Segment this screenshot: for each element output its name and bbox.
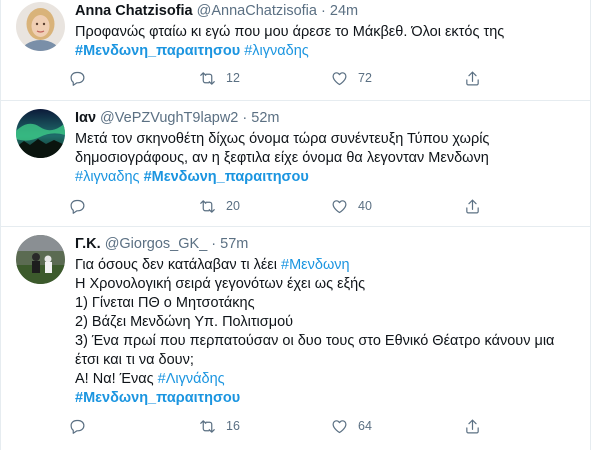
reply-button[interactable] [69, 416, 96, 436]
tweet-line: 2) Βάζει Μενδώνη Υπ. Πολιτισμού [75, 313, 575, 332]
hashtag-link[interactable]: #Μενδωνη_παραιτησου [75, 390, 240, 406]
tweet-actions: 16 64 [69, 416, 509, 436]
share-icon [466, 71, 479, 85]
tweet-text: Προφανώς φταίω κι εγώ που μου άρεσε το Μ… [75, 23, 575, 61]
tweet-header: Γ.Κ. @Giorgos_GK_ · 57m [75, 235, 575, 254]
tweet-line: Για όσους δεν κατάλαβαν τι λέει #Μενδωνη [75, 256, 575, 275]
tweet-text-segment: Μετά τον σκηνοθέτη δίχως όνομα τώρα συνέ… [75, 131, 490, 147]
tweet-line: #Μενδωνη_παραιτησου [75, 389, 575, 408]
share-button[interactable] [464, 68, 481, 88]
retweet-icon [200, 71, 215, 85]
hashtag-link[interactable]: #Μενδωνη_παραιτησου [75, 43, 240, 59]
author-handle[interactable]: @VePZVughT9lapw2 [100, 110, 238, 126]
timestamp[interactable]: 52m [251, 110, 279, 126]
hashtag-link[interactable]: #Μενδωνη [281, 257, 350, 273]
retweet-count: 20 [226, 199, 240, 213]
reply-icon [70, 199, 85, 214]
avatar[interactable] [16, 109, 65, 158]
author-handle[interactable]: @AnnaChatzisofia [197, 3, 317, 19]
tweet[interactable]: Γ.Κ. @Giorgos_GK_ · 57m Για όσους δεν κα… [1, 227, 590, 450]
reply-icon [70, 71, 85, 86]
like-icon [332, 71, 347, 85]
tweet-text: Μετά τον σκηνοθέτη δίχως όνομα τώρα συνέ… [75, 130, 575, 187]
avatar[interactable] [16, 235, 65, 284]
retweet-button[interactable]: 16 [199, 416, 240, 436]
tweet-line: 1) Γίνεται ΠΘ ο Μητσοτάκης [75, 294, 575, 313]
like-button[interactable]: 64 [331, 416, 372, 436]
tweet-actions: 20 40 [69, 196, 509, 216]
like-icon [332, 199, 347, 213]
avatar[interactable] [16, 2, 65, 51]
like-icon [332, 419, 347, 433]
tweet-header: Ιαν @VePZVughT9lapw2 · 52m [75, 109, 575, 128]
tweet-text-segment: 3) Ένα πρωί που περπατούσαν οι δυο τους … [75, 333, 555, 349]
retweet-icon [200, 199, 215, 213]
retweet-count: 16 [226, 419, 240, 433]
reply-button[interactable] [69, 196, 96, 216]
tweet-text-segment: 1) Γίνεται ΠΘ ο Μητσοτάκης [75, 295, 255, 311]
tweet-header: Anna Chatzisofia @AnnaChatzisofia · 24m [75, 2, 575, 21]
tweet-line: έτσι και τι να δουν; [75, 351, 575, 370]
like-count: 64 [358, 419, 372, 433]
like-button[interactable]: 40 [331, 196, 372, 216]
tweet-text-segment: Α! Να! Ένας [75, 371, 158, 387]
tweet-line: Η Χρονολογική σειρά γεγονότων έχει ως εξ… [75, 275, 575, 294]
tweet-line: Α! Να! Ένας #Λιγνάδης [75, 370, 575, 389]
author-name[interactable]: Γ.Κ. [75, 236, 101, 252]
tweet-actions: 12 72 [69, 68, 509, 88]
tweet-text-segment: Η Χρονολογική σειρά γεγονότων έχει ως εξ… [75, 276, 366, 292]
reply-button[interactable] [69, 68, 96, 88]
retweet-button[interactable]: 20 [199, 196, 240, 216]
tweet-line: #λιγναδης #Μενδωνη_παραιτησου [75, 168, 575, 187]
separator-dot: · [321, 3, 326, 19]
share-button[interactable] [464, 196, 481, 216]
share-icon [466, 419, 479, 433]
tweet-text-segment: έτσι και τι να δουν; [75, 352, 194, 368]
tweet-line: 3) Ένα πρωί που περπατούσαν οι δυο τους … [75, 332, 575, 351]
retweet-count: 12 [226, 71, 240, 85]
like-count: 72 [358, 71, 372, 85]
tweet-line: #Μενδωνη_παραιτησου #λιγναδης [75, 42, 575, 61]
hashtag-link[interactable]: #Μενδωνη_παραιτησου [144, 169, 309, 185]
author-name[interactable]: Ιαν [75, 110, 96, 126]
tweet-text: Για όσους δεν κατάλαβαν τι λέει #Μενδωνη… [75, 256, 575, 408]
tweet-text-segment: δημοσιογράφους, αν η ξεφτιλα είχε όνομα … [75, 150, 489, 166]
timeline-feed: Anna Chatzisofia @AnnaChatzisofia · 24m … [0, 0, 591, 450]
reply-icon [70, 419, 85, 434]
author-name[interactable]: Anna Chatzisofia [75, 3, 193, 19]
separator-dot: · [211, 236, 217, 252]
tweet[interactable]: Ιαν @VePZVughT9lapw2 · 52m Μετά τον σκην… [1, 101, 590, 227]
tweet-text-segment: Για όσους δεν κατάλαβαν τι λέει [75, 257, 282, 273]
timestamp[interactable]: 24m [330, 3, 358, 19]
like-button[interactable]: 72 [331, 68, 372, 88]
hashtag-link[interactable]: #λιγναδης [244, 43, 309, 59]
tweet-line: Μετά τον σκηνοθέτη δίχως όνομα τώρα συνέ… [75, 130, 575, 149]
tweet-text-segment: 2) Βάζει Μενδώνη Υπ. Πολιτισμού [75, 314, 294, 330]
retweet-icon [200, 419, 215, 433]
share-button[interactable] [464, 416, 481, 436]
like-count: 40 [358, 199, 372, 213]
hashtag-link[interactable]: #Λιγνάδης [158, 371, 225, 387]
tweet-text-segment: Προφανώς φταίω κι εγώ που μου άρεσε το Μ… [75, 24, 505, 40]
timestamp[interactable]: 57m [220, 236, 248, 252]
separator-dot: · [242, 110, 248, 126]
hashtag-link[interactable]: #λιγναδης [75, 169, 140, 185]
tweet-line: Προφανώς φταίω κι εγώ που μου άρεσε το Μ… [75, 23, 575, 42]
tweet[interactable]: Anna Chatzisofia @AnnaChatzisofia · 24m … [1, 0, 590, 101]
author-handle[interactable]: @Giorgos_GK_ [105, 236, 208, 252]
share-icon [466, 199, 479, 213]
retweet-button[interactable]: 12 [199, 68, 240, 88]
tweet-line: δημοσιογράφους, αν η ξεφτιλα είχε όνομα … [75, 149, 575, 168]
